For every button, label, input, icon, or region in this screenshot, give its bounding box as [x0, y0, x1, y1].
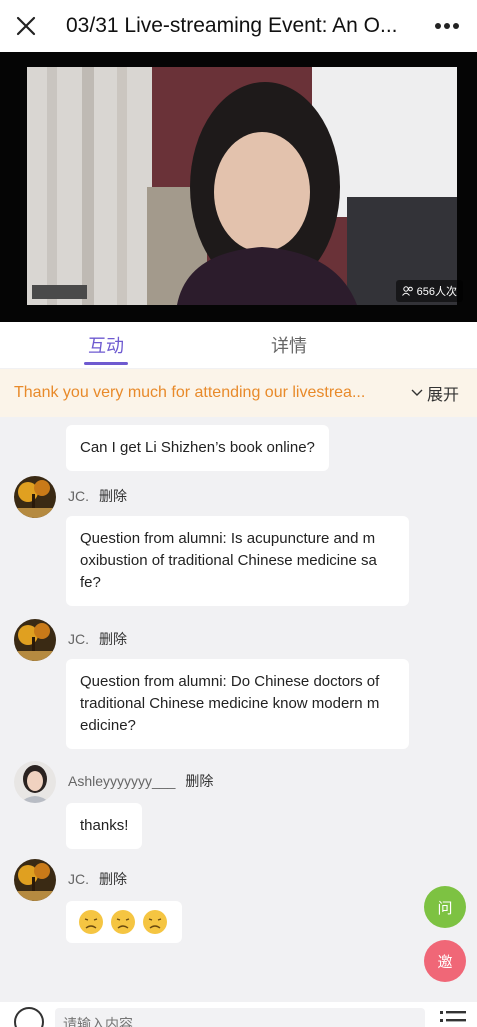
speaker-video-image [27, 67, 457, 305]
tab-bar: 互动 详情 [0, 322, 477, 368]
announcement-text: Thank you very much for attending our li… [14, 384, 366, 401]
delete-button[interactable]: 删除 [99, 631, 127, 647]
sender-name: JC. [68, 631, 89, 647]
chat-message: JC. 删除 Question from alumni: Is acupunctu… [14, 476, 454, 606]
sender-line: JC. 删除 [68, 629, 127, 649]
sender-name: Ashleyyyyyyy___ [68, 773, 176, 789]
message-line: edicine? [80, 717, 136, 734]
message-line: Question from alumni: Do Chinese doctors… [80, 673, 380, 690]
delete-button[interactable]: 删除 [99, 488, 127, 504]
announcement-bar: Thank you very much for attending our li… [0, 369, 477, 417]
chat-message: JC. 删除 [14, 859, 454, 959]
face-emoji [111, 910, 136, 934]
chat-message: JC. 删除 Question from alumni: Do Chinese d… [14, 619, 454, 749]
sender-name: JC. [68, 871, 89, 887]
avatar[interactable] [14, 476, 56, 518]
more-button[interactable] [417, 0, 477, 52]
active-tab-indicator [84, 362, 128, 365]
top-bar: 03/31 Live-streaming Event: An O... [0, 0, 477, 52]
viewer-count: 656人次 [416, 286, 457, 298]
users-icon [401, 286, 413, 296]
message-bubble: thanks! [66, 803, 143, 849]
message-bubble: Question from alumni: Is acupuncture and… [66, 516, 409, 606]
chevron-down-icon [411, 389, 423, 396]
comment-input[interactable] [55, 1008, 425, 1027]
ask-question-button[interactable]: 问 [424, 886, 466, 928]
chat-message: Can I get Li Shizhen’s book online? [14, 417, 454, 471]
bottom-bar [0, 1002, 477, 1027]
expand-button[interactable]: 展开 [411, 381, 459, 405]
chat-list[interactable]: Can I get Li Shizhen’s book online? JC. 删… [0, 417, 477, 1002]
tab-interaction[interactable]: 互动 [88, 332, 124, 358]
face-emoji [79, 910, 103, 934]
avatar[interactable] [14, 761, 56, 803]
sender-name: JC. [68, 488, 89, 504]
emoji-icon[interactable] [14, 1007, 44, 1027]
delete-button[interactable]: 删除 [185, 773, 213, 789]
invite-label: 邀 [437, 953, 453, 971]
message-line: fe? [80, 574, 101, 591]
avatar[interactable] [14, 619, 56, 661]
page-title: 03/31 Live-streaming Event: An O... [66, 14, 398, 37]
chat-message: Ashleyyyyyyy___ 删除 thanks! [14, 761, 454, 851]
invite-button[interactable]: 邀 [424, 940, 466, 982]
message-line: Question from alumni: Is acupuncture and… [80, 530, 376, 547]
sender-line: JC. 删除 [68, 486, 127, 506]
viewer-count-badge: 656人次 [395, 280, 463, 302]
expand-label: 展开 [427, 387, 460, 404]
close-icon [16, 16, 36, 36]
sender-line: Ashleyyyyyyy___ 删除 [68, 771, 213, 791]
tab-details[interactable]: 详情 [271, 332, 307, 358]
sender-line: JC. 删除 [68, 869, 127, 889]
delete-button[interactable]: 删除 [99, 871, 127, 887]
message-line: traditional Chinese medicine know modern… [80, 695, 380, 712]
close-button[interactable] [0, 0, 52, 52]
message-bubble: Question from alumni: Do Chinese doctors… [66, 659, 409, 749]
video-frame [27, 67, 457, 305]
message-bubble: Can I get Li Shizhen’s book online? [66, 425, 329, 471]
ask-label: 问 [437, 899, 453, 917]
menu-icon[interactable] [440, 1010, 466, 1026]
avatar[interactable] [14, 859, 56, 901]
message-bubble [66, 901, 183, 943]
video-player[interactable]: 656人次 [0, 52, 477, 322]
face-emoji [143, 910, 168, 934]
message-line: oxibustion of traditional Chinese medici… [80, 552, 377, 569]
more-horizontal-icon [435, 23, 459, 29]
